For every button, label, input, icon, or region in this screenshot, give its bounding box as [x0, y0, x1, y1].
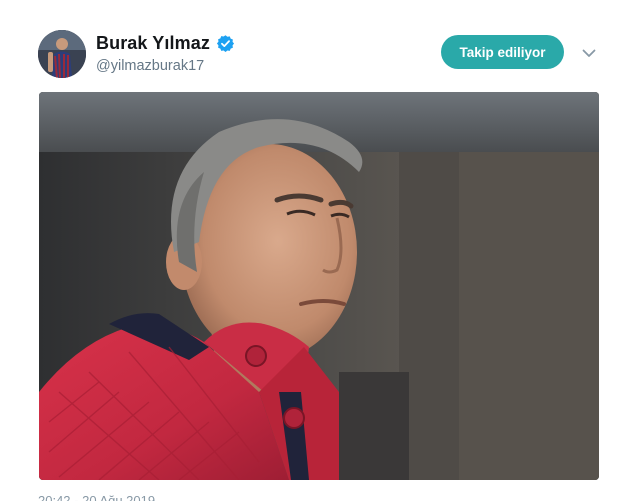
photo-man-red-jacket-image: [39, 92, 599, 480]
verified-badge-icon: [216, 34, 235, 53]
author-info: Burak Yılmaz @yilmazburak17: [96, 32, 235, 74]
avatar-image: [38, 30, 86, 78]
author-display-name[interactable]: Burak Yılmaz: [96, 33, 210, 54]
author-avatar[interactable]: [38, 30, 86, 78]
tweet-photo[interactable]: [39, 92, 599, 480]
tweet-menu-chevron-down-icon[interactable]: [580, 44, 598, 62]
author-handle[interactable]: @yilmazburak17: [96, 58, 235, 74]
tweet-timestamp[interactable]: 20:42 - 20 Ağu 2019: [38, 493, 155, 501]
name-row: Burak Yılmaz: [96, 32, 235, 54]
following-button[interactable]: Takip ediliyor: [441, 35, 564, 69]
tweet-card: Burak Yılmaz @yilmazburak17 Takip ediliy…: [0, 0, 627, 501]
